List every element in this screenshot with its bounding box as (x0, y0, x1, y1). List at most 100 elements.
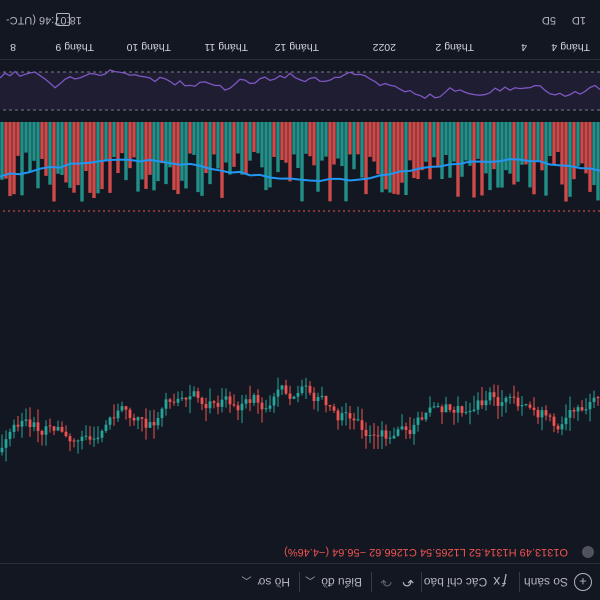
candle (180, 391, 184, 402)
volume-bar (164, 122, 168, 185)
price-pane[interactable] (0, 214, 600, 538)
volume-bar (108, 122, 112, 193)
candle (392, 427, 396, 439)
candle (308, 381, 312, 396)
volume-bar (200, 122, 204, 196)
volume-pane[interactable] (0, 122, 600, 212)
candle (524, 403, 528, 407)
candle (540, 406, 544, 431)
indicators-button[interactable]: ƒx Các chỉ báo (424, 564, 508, 600)
volume-bar (8, 122, 12, 197)
candle (464, 400, 468, 415)
volume-bar (580, 122, 584, 164)
candle (356, 406, 360, 422)
volume-bar (160, 122, 164, 164)
time-axis-label: 4 (521, 41, 527, 53)
candle (156, 412, 160, 430)
candle (532, 397, 536, 416)
candle (28, 407, 32, 437)
volume-bar (124, 122, 128, 181)
toolbar-divider (299, 572, 300, 592)
candle (112, 404, 116, 426)
candle (100, 429, 104, 443)
candle (20, 412, 24, 438)
volume-bar (192, 122, 196, 155)
volume-bar (4, 122, 8, 179)
volume-bar (416, 122, 420, 180)
candle (276, 377, 280, 407)
volume-bar (216, 122, 220, 169)
tab-1d[interactable]: 1D (572, 14, 586, 26)
candle (428, 396, 432, 417)
volume-bar (140, 122, 144, 180)
volume-bar (92, 122, 96, 199)
volume-bar (284, 122, 288, 163)
candle (280, 384, 284, 395)
candle (548, 413, 552, 422)
time-axis-label: Tháng 12 (274, 41, 319, 53)
volume-bar (276, 122, 280, 173)
candle (184, 397, 188, 408)
candle (424, 412, 428, 422)
volume-bar (176, 122, 180, 195)
candle (168, 398, 172, 409)
templates-button[interactable]: Hồ sơ ︿ (241, 564, 290, 600)
chevron-up-icon: ︿ (241, 574, 252, 586)
candle (516, 391, 520, 411)
volume-bar (220, 122, 224, 198)
volume-bar (564, 122, 568, 202)
candle (344, 402, 348, 426)
volume-bar (444, 122, 448, 155)
volume-bar (76, 122, 80, 186)
candle (204, 397, 208, 422)
candle (16, 415, 20, 432)
candle (52, 425, 56, 436)
time-axis-label: Tháng 11 (204, 41, 248, 53)
candle (536, 406, 540, 424)
time-axis-label: Tháng 10 (126, 41, 171, 53)
candle (56, 420, 60, 431)
candle (432, 401, 436, 409)
volume-bar (324, 122, 328, 157)
volume-bar (544, 122, 548, 196)
volume-bar (116, 122, 120, 174)
candle (456, 396, 460, 423)
rsi-pane[interactable] (0, 62, 600, 120)
volume-bar (452, 122, 456, 162)
time-axis[interactable]: 8 Tháng 9 Tháng 10 Tháng 11 Tháng 12 2022 Thán… (0, 32, 600, 60)
candle (252, 393, 256, 406)
candle (256, 389, 260, 414)
volume-bar (16, 122, 20, 156)
volume-bar (248, 122, 252, 161)
volume-bar (128, 122, 132, 169)
candle (500, 390, 504, 417)
volume-bar (240, 122, 244, 175)
volume-bar (12, 122, 16, 195)
volume-bar (368, 122, 372, 157)
candle (340, 406, 344, 426)
redo-button[interactable]: ↷ (380, 564, 392, 600)
indicators-icon: ƒx (493, 574, 508, 590)
collapse-icon[interactable] (582, 546, 594, 558)
volume-bar (472, 122, 476, 198)
candle (44, 420, 48, 446)
volume-bar (392, 122, 396, 194)
candle (248, 385, 252, 412)
undo-button[interactable]: ↶ (402, 564, 414, 600)
tab-5d[interactable]: 5D (542, 14, 556, 26)
chart-type-button[interactable]: Biểu đồ ︿ (305, 564, 362, 600)
chart-type-label: Biểu đồ (321, 575, 362, 589)
volume-bar (152, 122, 156, 191)
candle (396, 426, 400, 437)
compare-button[interactable]: + So sánh (524, 564, 592, 600)
calendar-icon[interactable] (56, 13, 70, 26)
volume-bar (380, 122, 384, 193)
candle (328, 404, 332, 411)
candle (136, 416, 140, 430)
candle (72, 438, 76, 448)
candle (480, 387, 484, 409)
candle (244, 394, 248, 409)
candle (292, 395, 296, 400)
candle (12, 419, 16, 439)
candle (160, 407, 164, 427)
